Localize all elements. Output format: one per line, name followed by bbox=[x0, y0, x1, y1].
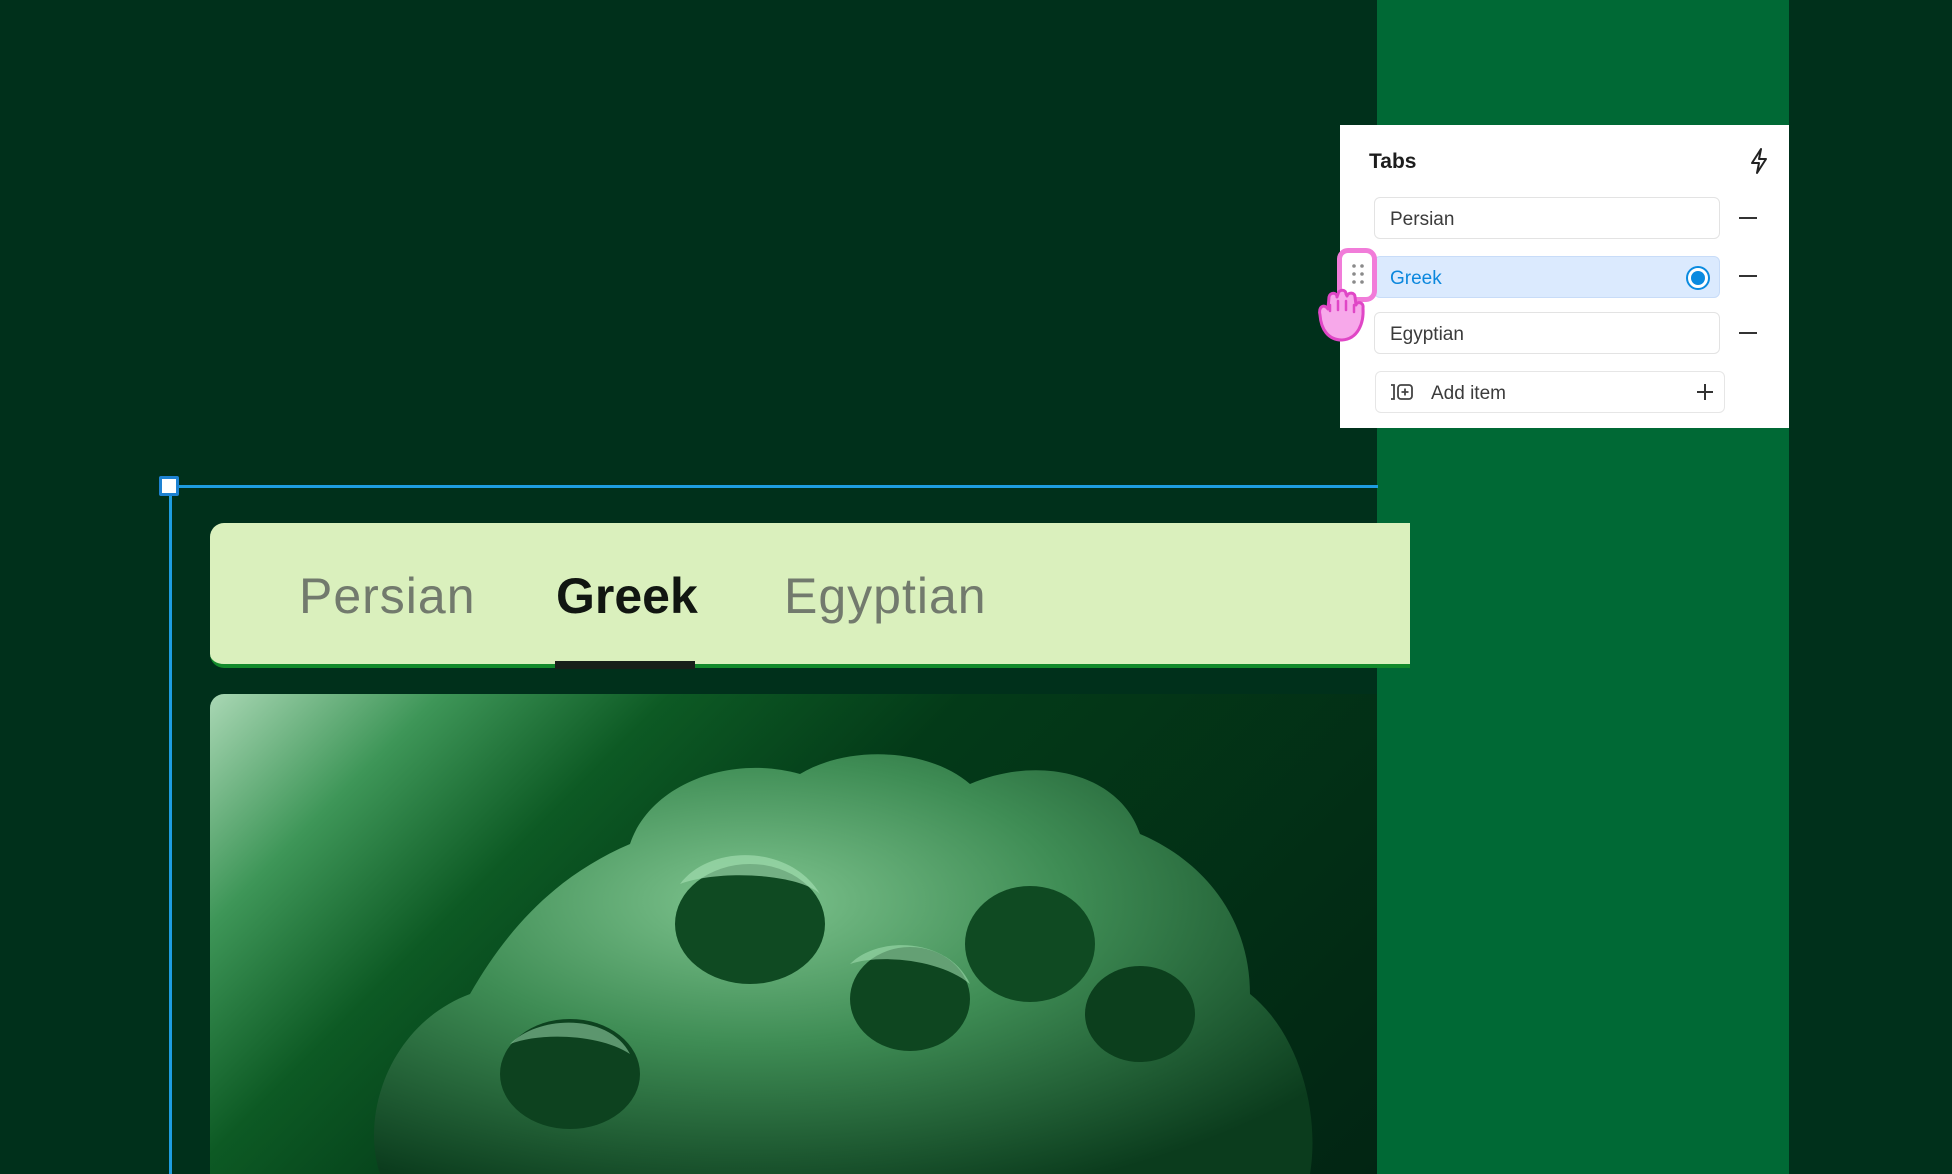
tab-item-label: Persian bbox=[1390, 209, 1455, 230]
tab-persian[interactable]: Persian bbox=[299, 567, 476, 625]
selection-frame-top bbox=[170, 485, 1378, 488]
tab-item-label: Egyptian bbox=[1390, 324, 1464, 345]
selected-radio-icon[interactable] bbox=[1686, 266, 1710, 290]
active-tab-indicator bbox=[555, 661, 695, 669]
tab-item-persian[interactable]: Persian bbox=[1374, 197, 1720, 239]
remove-item-button[interactable] bbox=[1736, 264, 1760, 288]
sculpture-curl bbox=[965, 886, 1095, 1002]
grab-hand-cursor-icon bbox=[1318, 288, 1365, 342]
tab-egyptian[interactable]: Egyptian bbox=[784, 567, 987, 625]
panel-title: Tabs bbox=[1369, 150, 1417, 173]
tab-item-egyptian[interactable]: Egyptian bbox=[1374, 312, 1720, 354]
tab-bar: Persian Greek Egyptian bbox=[210, 523, 1410, 669]
tab-content-image bbox=[210, 694, 1377, 1174]
plus-icon bbox=[1697, 384, 1713, 400]
sculpture-curl bbox=[1085, 966, 1195, 1062]
add-item-label: Add item bbox=[1431, 383, 1506, 404]
tab-item-greek[interactable]: Greek bbox=[1374, 256, 1720, 298]
remove-item-button[interactable] bbox=[1736, 206, 1760, 230]
selection-frame-left bbox=[169, 485, 172, 1174]
sculpture-silhouette bbox=[374, 754, 1313, 1174]
tabs-properties-panel: Tabs Persian Greek Egyptian Add item bbox=[1340, 125, 1789, 428]
selection-resize-handle[interactable] bbox=[159, 476, 179, 496]
tab-greek[interactable]: Greek bbox=[556, 567, 698, 625]
tab-item-label: Greek bbox=[1390, 268, 1442, 289]
add-item-icon bbox=[1391, 384, 1413, 400]
remove-item-button[interactable] bbox=[1736, 321, 1760, 345]
bolt-icon[interactable] bbox=[1748, 147, 1770, 175]
add-item-button[interactable]: Add item bbox=[1375, 371, 1725, 413]
